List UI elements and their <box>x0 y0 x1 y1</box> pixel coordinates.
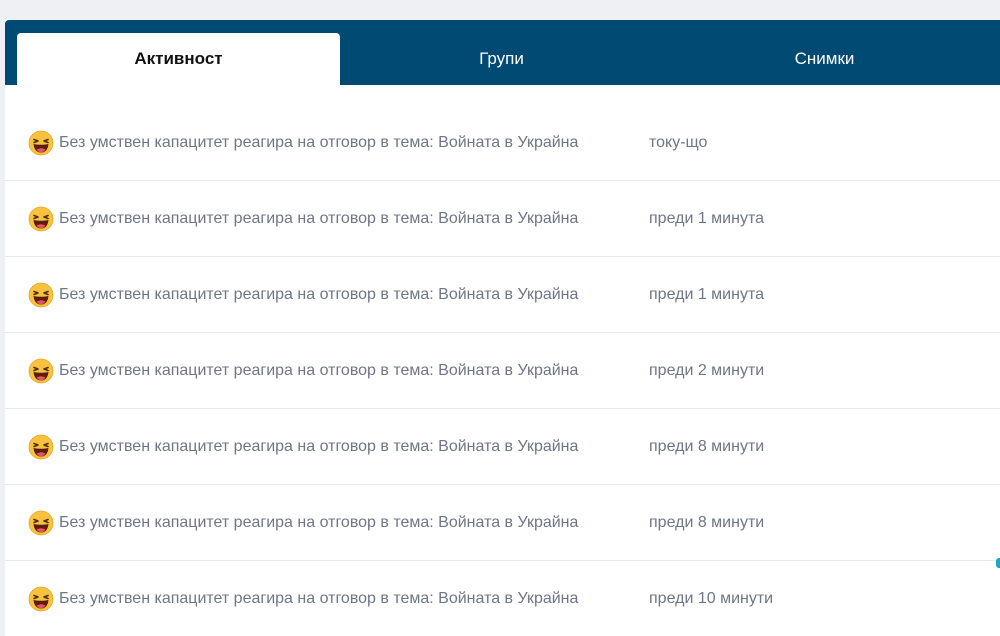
laughing-emoji-icon <box>28 509 54 536</box>
activity-time: преди 1 минута <box>649 209 764 227</box>
list-item[interactable]: Без умствен капацитет реагира на отговор… <box>5 333 1000 409</box>
laughing-emoji-icon <box>28 205 54 232</box>
activity-text[interactable]: Без умствен капацитет реагира на отговор… <box>59 134 649 152</box>
laughing-emoji-icon <box>28 129 54 156</box>
activity-text[interactable]: Без умствен капацитет реагира на отговор… <box>59 362 649 380</box>
activity-text[interactable]: Без умствен капацитет реагира на отговор… <box>59 210 649 228</box>
activity-list: Без умствен капацитет реагира на отговор… <box>5 85 1000 636</box>
tab-activity[interactable]: Активност <box>17 33 340 85</box>
activity-time: преди 8 минути <box>649 437 765 455</box>
activity-time: преди 1 минута <box>649 285 764 303</box>
activity-time: току-що <box>649 133 708 151</box>
tab-bar: Активност Групи Снимки <box>5 20 1000 85</box>
list-item[interactable]: Без умствен капацитет реагира на отговор… <box>5 485 1000 561</box>
list-item[interactable]: Без умствен капацитет реагира на отговор… <box>5 409 1000 485</box>
laughing-emoji-icon <box>28 586 54 612</box>
activity-time: преди 10 минути <box>649 590 774 607</box>
activity-text[interactable]: Без умствен капацитет реагира на отговор… <box>59 438 649 456</box>
activity-text[interactable]: Без умствен капацитет реагира на отговор… <box>59 514 649 532</box>
list-item[interactable]: Без умствен капацитет реагира на отговор… <box>5 105 1000 181</box>
activity-time: преди 2 минути <box>649 361 765 379</box>
laughing-emoji-icon <box>28 433 54 460</box>
tab-groups[interactable]: Групи <box>340 33 663 85</box>
activity-text[interactable]: Без умствен капацитет реагира на отговор… <box>59 590 649 608</box>
tab-photos[interactable]: Снимки <box>663 33 986 85</box>
laughing-emoji-icon <box>28 281 54 308</box>
list-item[interactable]: Без умствен капацитет реагира на отговор… <box>5 561 1000 636</box>
list-item[interactable]: Без умствен капацитет реагира на отговор… <box>5 257 1000 333</box>
laughing-emoji-icon <box>28 357 54 384</box>
activity-panel: Активност Групи Снимки Без умствен капац… <box>5 20 1000 636</box>
list-item[interactable]: Без умствен капацитет реагира на отговор… <box>5 181 1000 257</box>
scroll-handle[interactable] <box>996 558 1000 568</box>
activity-time: преди 8 минути <box>649 513 765 531</box>
activity-text[interactable]: Без умствен капацитет реагира на отговор… <box>59 286 649 304</box>
